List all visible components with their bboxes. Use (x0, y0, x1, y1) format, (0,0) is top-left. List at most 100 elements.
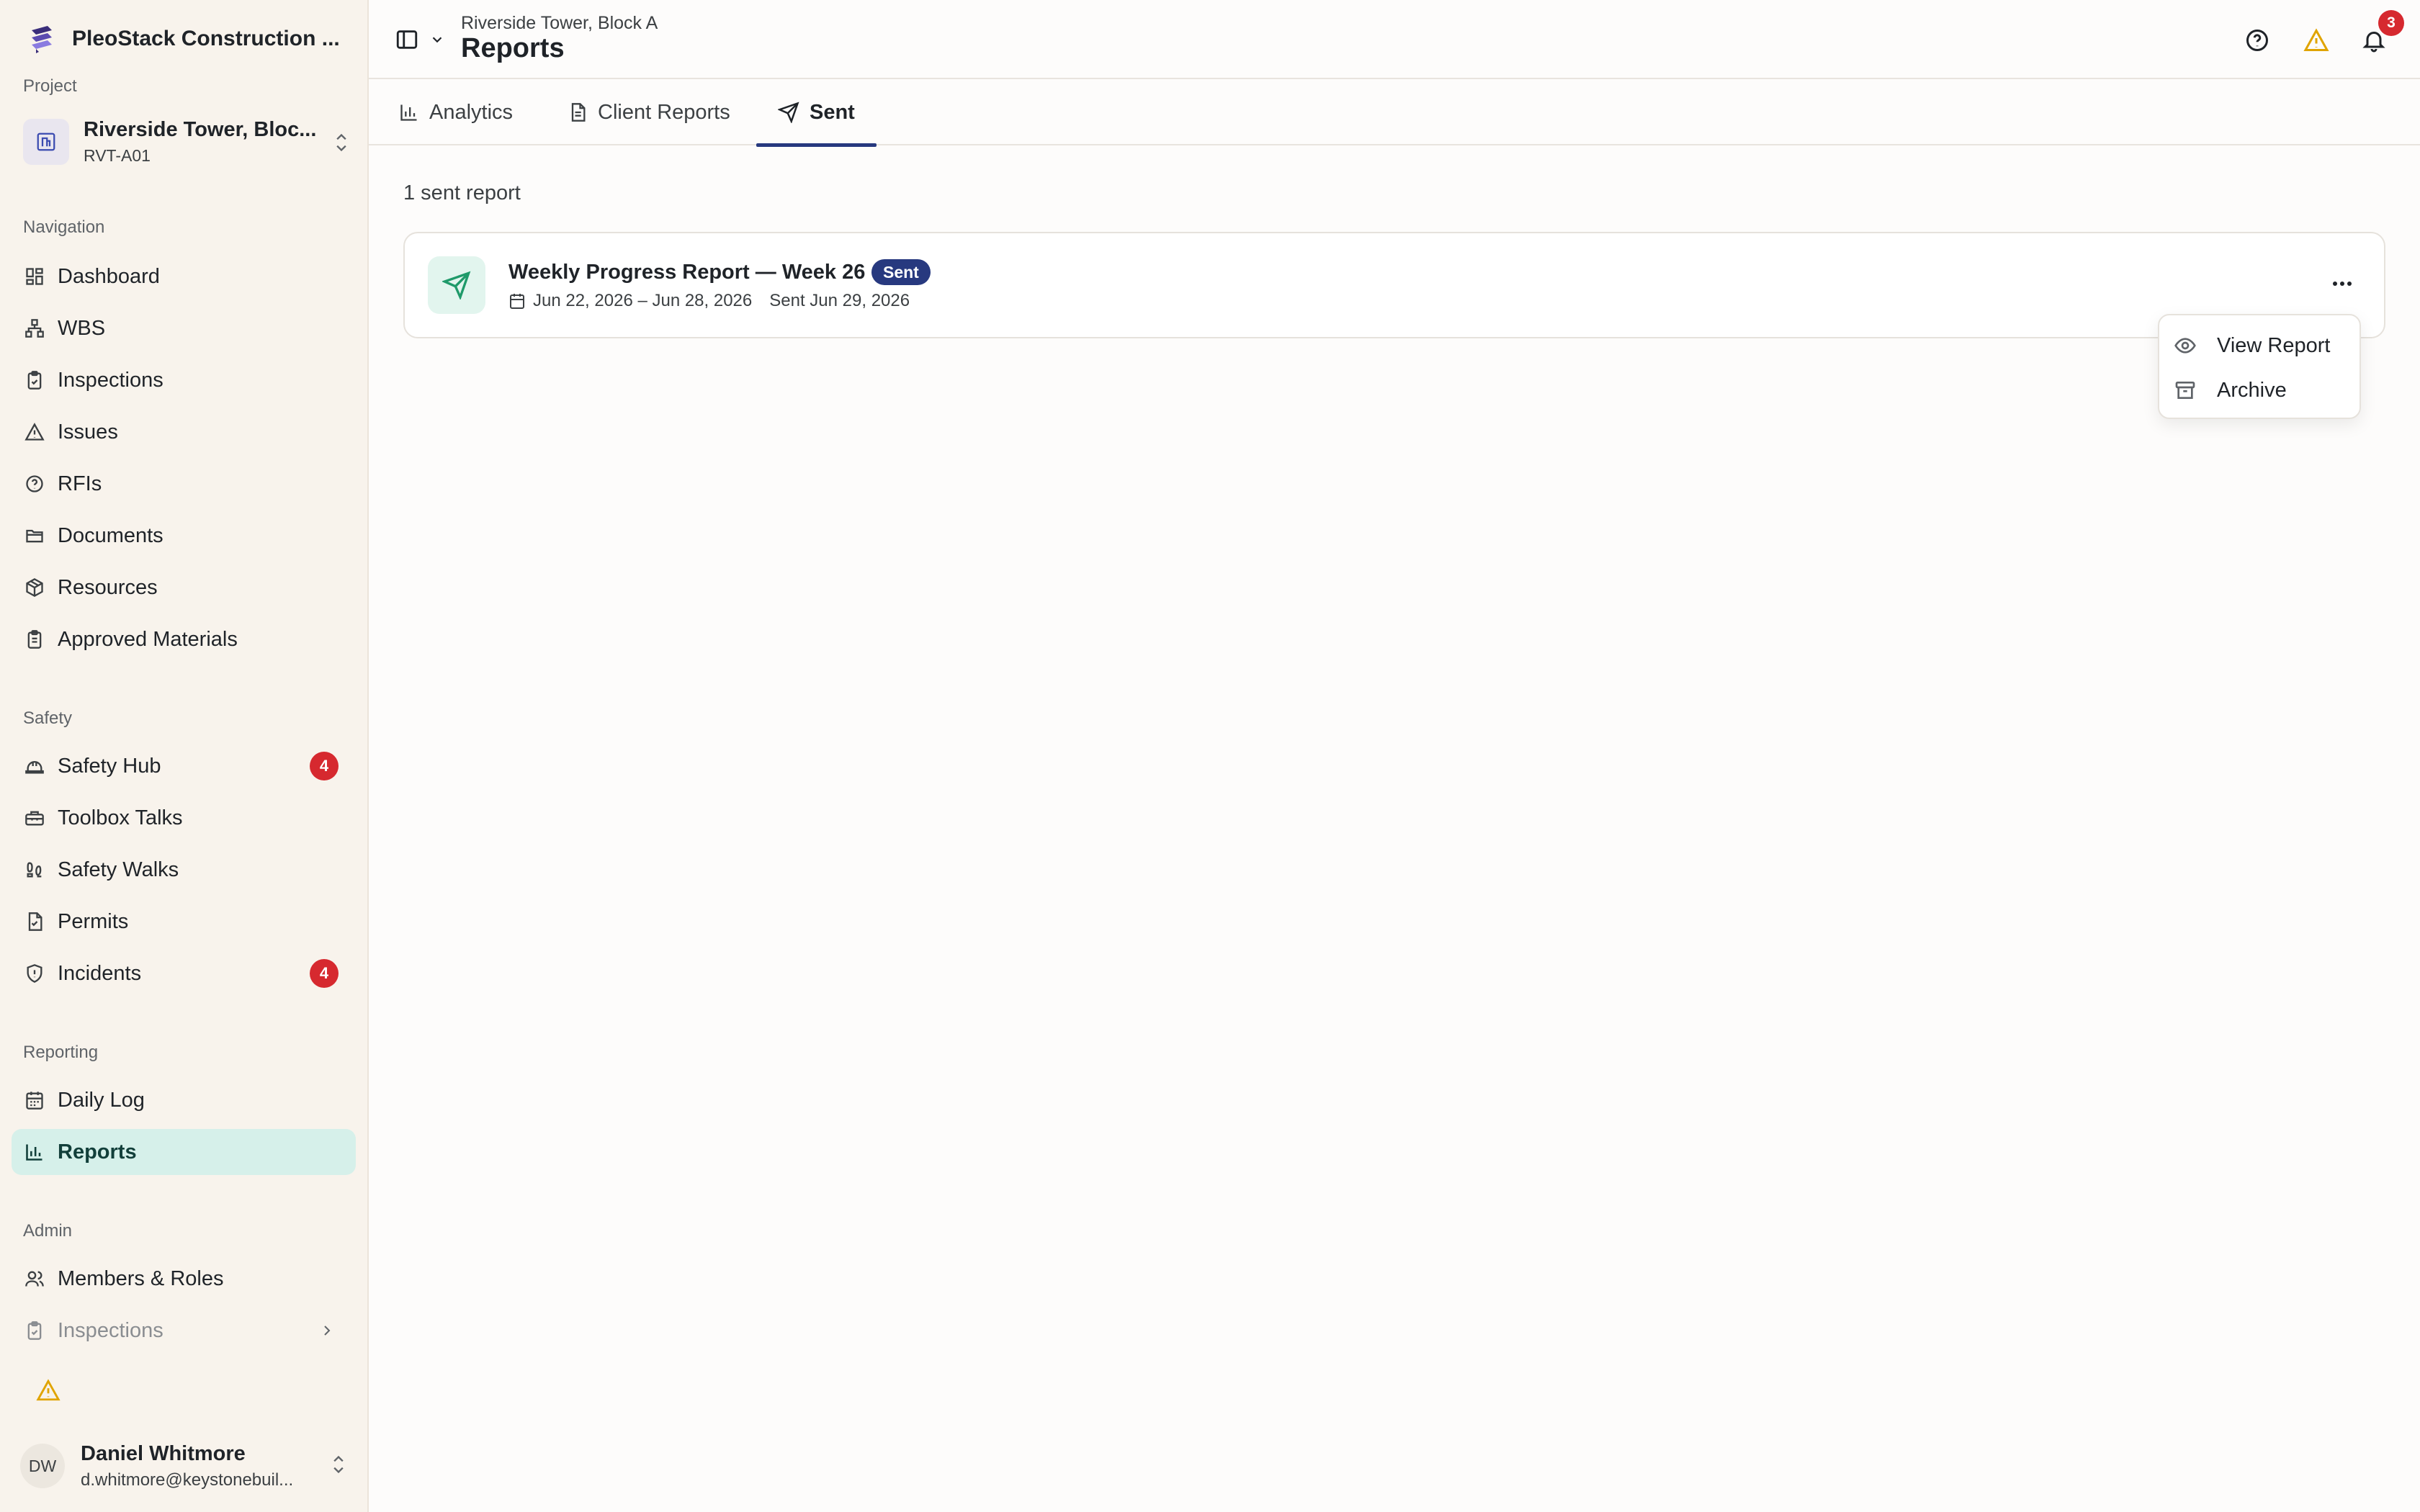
user-menu[interactable]: DW Daniel Whitmore d.whitmore@keystonebu… (20, 1439, 351, 1493)
sidebar-item-daily-log[interactable]: Daily Log (12, 1077, 356, 1123)
sidebar-item-safety-walks[interactable]: Safety Walks (12, 847, 356, 893)
report-tabs: Analytics Client Reports Sent (369, 79, 2420, 147)
sidebar-item-inspections[interactable]: Inspections (12, 357, 356, 403)
sidebar-item-label: Permits (58, 909, 129, 933)
project-code: RVT-A01 (84, 146, 151, 165)
sent-report-count: 1 sent report (403, 181, 521, 204)
sidebar-item-toolbox-talks[interactable]: Toolbox Talks (12, 795, 356, 841)
eye-icon (2174, 334, 2197, 357)
user-name: Daniel Whitmore (81, 1441, 246, 1465)
tab-label: Sent (810, 100, 855, 124)
building-icon (23, 119, 69, 165)
dashboard-icon (23, 265, 46, 288)
sidebar-toggle-icon[interactable] (395, 27, 419, 52)
warning-icon[interactable] (36, 1378, 60, 1403)
archive-icon (2174, 379, 2197, 402)
tab-client-reports[interactable]: Client Reports (544, 79, 753, 145)
sidebar-item-label: Issues (58, 420, 118, 444)
page-title: Reports (461, 33, 565, 63)
status-badge: Sent (871, 259, 931, 285)
report-card[interactable]: Weekly Progress Report — Week 26 Sent Ju… (403, 232, 2385, 338)
report-meta: Jun 22, 2026 – Jun 28, 2026 Sent Jun 29,… (508, 291, 910, 311)
top-bar: Riverside Tower, Block A Reports (369, 0, 2420, 79)
sidebar-item-incidents[interactable]: Incidents 4 (12, 950, 356, 996)
sidebar-item-dashboard[interactable]: Dashboard (12, 253, 356, 300)
more-options-button[interactable] (2322, 266, 2362, 301)
brand[interactable]: PleoStack Construction ... (26, 22, 340, 56)
avatar: DW (20, 1444, 65, 1488)
tab-sent[interactable]: Sent (756, 79, 877, 147)
report-sent-date: Sent Jun 29, 2026 (769, 291, 910, 310)
safety-section-label: Safety (23, 708, 73, 728)
breadcrumb[interactable]: Riverside Tower, Block A (461, 13, 658, 34)
sidebar-item-label: Safety Hub (58, 754, 161, 778)
notification-badge: 3 (2378, 10, 2404, 36)
warning-icon[interactable] (2302, 26, 2331, 55)
sidebar-item-label: Reports (58, 1140, 137, 1164)
more-horizontal-icon (2331, 280, 2353, 287)
hard-hat-icon (23, 755, 46, 778)
chevron-right-icon (318, 1322, 336, 1339)
document-icon (568, 102, 588, 122)
tab-label: Client Reports (598, 100, 730, 124)
shield-alert-icon (23, 962, 46, 985)
send-icon (428, 256, 485, 314)
chevrons-up-down-icon (328, 1452, 349, 1477)
help-icon[interactable] (2243, 26, 2272, 55)
project-section-label: Project (23, 76, 77, 96)
sidebar-item-label: WBS (58, 316, 106, 340)
navigation-section-label: Navigation (23, 217, 105, 237)
sidebar-item-documents[interactable]: Documents (12, 513, 356, 559)
user-email: d.whitmore@keystonebuil... (81, 1470, 294, 1490)
sidebar-item-resources[interactable]: Resources (12, 564, 356, 611)
reporting-section-label: Reporting (23, 1043, 99, 1062)
menu-item-label: View Report (2217, 333, 2331, 357)
menu-item-label: Archive (2217, 378, 2287, 402)
sidebar-item-members-roles[interactable]: Members & Roles (12, 1256, 356, 1302)
sidebar-item-issues[interactable]: Issues (12, 409, 356, 455)
toolbox-icon (23, 806, 46, 829)
project-switcher[interactable]: Riverside Tower, Bloc... RVT-A01 (23, 115, 351, 168)
report-title[interactable]: Weekly Progress Report — Week 26 (508, 261, 865, 284)
hierarchy-icon (23, 317, 46, 340)
sidebar-item-label: RFIs (58, 472, 102, 495)
sidebar-item-label: Daily Log (58, 1088, 145, 1112)
sidebar-item-label: Inspections (58, 1318, 163, 1342)
alert-triangle-icon (23, 420, 46, 444)
admin-section-label: Admin (23, 1221, 73, 1241)
folder-icon (23, 524, 46, 547)
sidebar-item-rfis[interactable]: RFIs (12, 461, 356, 507)
clipboard-check-icon (23, 1319, 46, 1342)
count-badge: 4 (310, 752, 339, 780)
tab-analytics[interactable]: Analytics (376, 79, 536, 145)
sidebar-item-label: Toolbox Talks (58, 806, 183, 829)
sidebar-item-label: Members & Roles (58, 1266, 224, 1290)
report-date-range: Jun 22, 2026 – Jun 28, 2026 (533, 291, 753, 310)
sidebar-item-safety-hub[interactable]: Safety Hub 4 (12, 743, 356, 789)
chevrons-up-down-icon (331, 130, 351, 156)
sidebar-item-admin-inspections[interactable]: Inspections (12, 1308, 356, 1354)
sidebar-item-label: Incidents (58, 961, 142, 985)
menu-item-view-report[interactable]: View Report (2174, 324, 2349, 367)
tab-label: Analytics (429, 100, 514, 124)
sidebar-item-wbs[interactable]: WBS (12, 305, 356, 351)
sidebar: PleoStack Construction ... Project River… (0, 0, 369, 1512)
bar-chart-icon (23, 1140, 46, 1164)
menu-item-archive[interactable]: Archive (2174, 369, 2349, 412)
sidebar-item-label: Safety Walks (58, 858, 179, 881)
sidebar-item-label: Approved Materials (58, 627, 238, 651)
users-icon (23, 1267, 46, 1290)
sidebar-item-reports[interactable]: Reports (12, 1129, 356, 1175)
sidebar-item-label: Documents (58, 523, 163, 547)
sidebar-item-approved-materials[interactable]: Approved Materials (12, 616, 356, 662)
package-icon (23, 576, 46, 599)
sidebar-item-label: Resources (58, 575, 158, 599)
footprints-icon (23, 858, 46, 881)
clipboard-list-icon (23, 628, 46, 651)
sidebar-item-permits[interactable]: Permits (12, 899, 356, 945)
chevron-down-icon[interactable] (429, 32, 445, 48)
bar-chart-icon (399, 102, 419, 122)
file-check-icon (23, 910, 46, 933)
sidebar-item-label: Dashboard (58, 264, 160, 288)
report-actions-menu: View Report Archive (2158, 314, 2361, 419)
